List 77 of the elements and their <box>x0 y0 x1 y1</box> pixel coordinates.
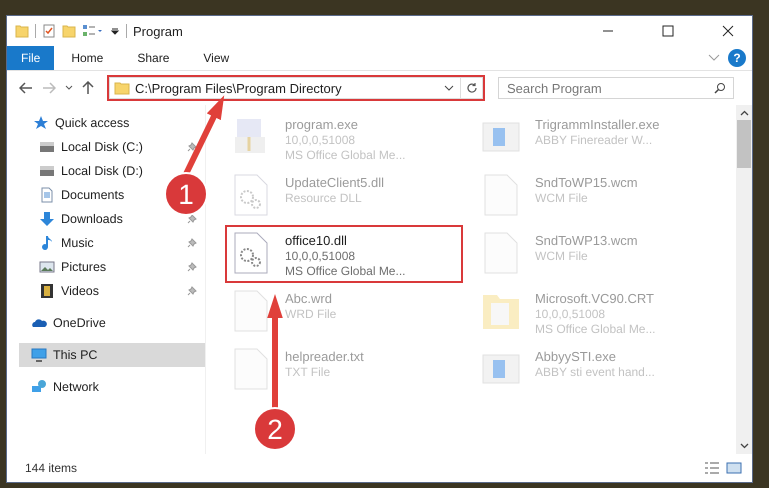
up-arrow-icon[interactable] <box>82 81 94 95</box>
computer-icon <box>31 347 47 363</box>
document-icon <box>39 187 55 203</box>
file-detail: TXT File <box>285 365 332 380</box>
details-view-icon[interactable] <box>704 461 720 475</box>
file-detail: WCM File <box>535 249 589 264</box>
scroll-thumb[interactable] <box>737 120 751 168</box>
maximize-icon[interactable] <box>662 25 674 37</box>
pin-icon[interactable] <box>187 214 197 224</box>
folder-icon <box>114 81 130 95</box>
pin-icon[interactable] <box>187 238 197 248</box>
search-icon[interactable] <box>714 82 726 94</box>
picture-icon <box>39 259 55 275</box>
file-detail: MS Office Global Me... <box>285 264 406 279</box>
file-detail: ABBY Finereader W... <box>535 133 654 148</box>
window-title: Program <box>133 24 183 38</box>
pin-icon[interactable] <box>187 262 197 272</box>
file-name: Microsoft.VC90.CRT <box>535 291 655 307</box>
pin-icon[interactable] <box>187 142 197 152</box>
file-detail: WCM File <box>535 191 589 206</box>
file-name: program.exe <box>285 117 359 133</box>
chevron-down-icon[interactable] <box>444 85 454 91</box>
sidebar-item[interactable]: OneDrive <box>19 311 205 335</box>
file-detail: 10,0,0,51008 <box>535 307 606 322</box>
file-name: AbbyySTI.exe <box>535 349 617 365</box>
drive-icon <box>39 139 55 155</box>
file-name: office10.dll <box>285 233 348 249</box>
ribbon-tab[interactable]: View <box>186 46 246 70</box>
address-field[interactable]: C:\Program Files\Program Directory <box>109 77 461 99</box>
sidebar-item[interactable]: This PC <box>19 343 205 367</box>
network-icon <box>31 379 47 395</box>
chevron-down-icon[interactable] <box>65 85 73 91</box>
step-badge: 1 <box>164 172 208 216</box>
back-arrow-icon[interactable] <box>19 82 33 94</box>
sidebar-item[interactable]: Pictures <box>19 255 205 279</box>
large-icons-view-icon[interactable] <box>726 461 742 475</box>
pin-icon[interactable] <box>187 286 197 296</box>
refresh-icon[interactable] <box>466 82 478 94</box>
scroll-down-icon[interactable] <box>740 443 748 449</box>
file-name: helpreader.txt <box>285 349 364 365</box>
file-detail: 10,0,0,51008 <box>285 249 356 264</box>
help-button[interactable]: ? <box>728 49 746 67</box>
sidebar-item[interactable]: Quick access <box>19 111 205 135</box>
refresh-button[interactable] <box>461 77 483 99</box>
ribbon-tab[interactable]: File <box>7 46 54 70</box>
file-name: TrigrammInstaller.exe <box>535 117 660 133</box>
properties-icon[interactable] <box>42 24 56 38</box>
step-badge: 2 <box>253 407 297 451</box>
file-detail: ABBY sti event hand... <box>535 365 655 380</box>
file-detail: MS Office Global Me... <box>535 322 656 337</box>
download-icon <box>39 211 55 227</box>
scrollbar[interactable] <box>736 105 752 454</box>
file-name: SndToWP15.wcm <box>535 175 638 191</box>
sidebar-item[interactable]: Documents <box>19 183 130 207</box>
search-field[interactable]: Search Program <box>498 77 734 99</box>
file-detail: MS Office Global Me... <box>285 148 406 163</box>
sidebar-item[interactable]: Videos <box>19 279 205 303</box>
view-options-icon[interactable] <box>82 24 104 38</box>
ribbon-tab[interactable]: Share <box>120 46 186 70</box>
file-detail: Resource DLL <box>285 191 363 206</box>
sidebar-item[interactable]: Local Disk (D:) <box>19 159 149 183</box>
file-item[interactable]: office10.dll 10,0,0,51008 MS Office Global Me... <box>225 225 463 283</box>
star-icon <box>33 115 49 131</box>
sidebar-item[interactable]: Music <box>19 231 205 255</box>
sidebar-item[interactable]: Local Disk (C:) <box>19 135 205 159</box>
file-name: UpdateClient5.dll <box>285 175 384 191</box>
ribbon-tab[interactable]: Home <box>54 46 120 70</box>
scroll-up-icon[interactable] <box>740 110 748 116</box>
file-name: Abc.wrd <box>285 291 333 307</box>
file-detail: WRD File <box>285 307 336 322</box>
close-icon[interactable] <box>722 25 734 37</box>
file-name: SndToWP13.wcm <box>535 233 638 249</box>
sidebar-item[interactable]: Network <box>19 375 205 399</box>
drive-icon <box>39 163 55 179</box>
file-detail: 10,0,0,51008 <box>285 133 356 148</box>
video-icon <box>39 283 55 299</box>
item-count: 144 items <box>25 461 78 475</box>
